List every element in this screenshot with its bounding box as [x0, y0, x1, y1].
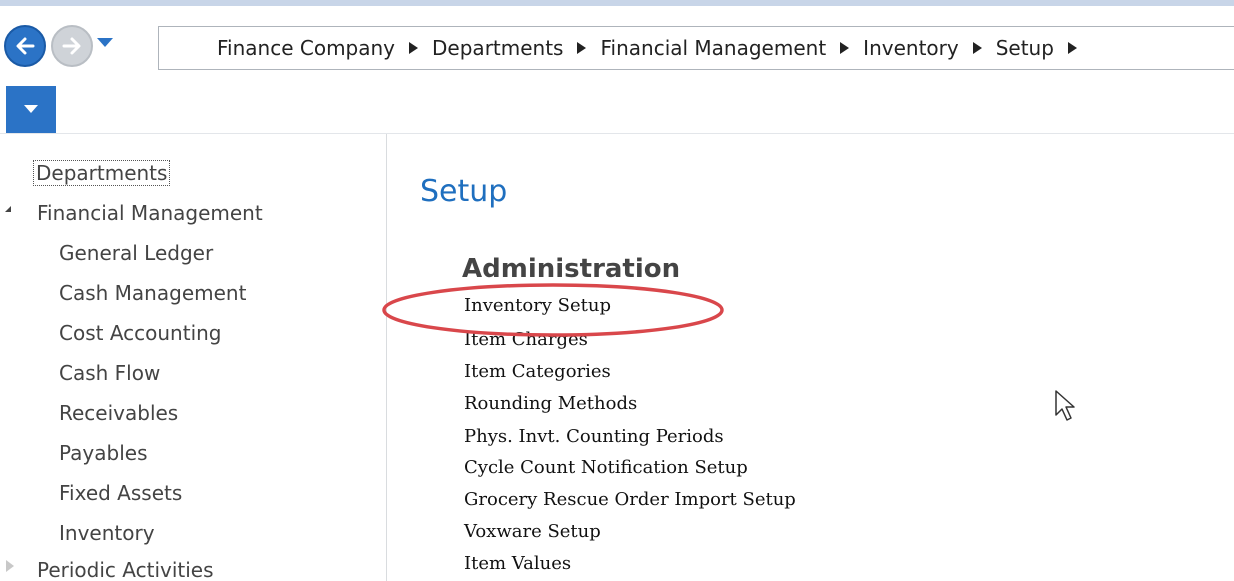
- sidebar-group-financial-management[interactable]: Financial Management: [37, 201, 263, 225]
- breadcrumb-departments[interactable]: Departments: [432, 36, 600, 60]
- breadcrumb-label: Finance Company: [217, 36, 396, 60]
- link-item-values[interactable]: Item Values: [464, 553, 571, 574]
- breadcrumb-arrow-icon[interactable]: [409, 42, 419, 54]
- breadcrumb-arrow-icon[interactable]: [577, 42, 587, 54]
- breadcrumb-label: Setup: [995, 36, 1054, 60]
- arrow-right-icon: [62, 37, 81, 55]
- breadcrumb-label: Financial Management: [600, 36, 827, 60]
- address-bar[interactable]: Finance Company Departments Financial Ma…: [158, 26, 1234, 70]
- breadcrumb-finance-company[interactable]: Finance Company: [217, 36, 432, 60]
- sidebar-item-payables[interactable]: Payables: [59, 441, 148, 465]
- content-area: Setup Administration Inventory Setup Ite…: [388, 134, 1234, 581]
- chevron-down-icon: [24, 105, 38, 113]
- sidebar-item-receivables[interactable]: Receivables: [59, 401, 178, 425]
- breadcrumb-setup[interactable]: Setup: [996, 36, 1091, 60]
- back-button[interactable]: [4, 25, 46, 67]
- link-voxware-setup[interactable]: Voxware Setup: [464, 521, 601, 542]
- breadcrumb-arrow-icon[interactable]: [1067, 42, 1077, 54]
- breadcrumb-inventory[interactable]: Inventory: [863, 36, 996, 60]
- sidebar-item-fixed-assets[interactable]: Fixed Assets: [59, 481, 182, 505]
- link-grocery-rescue-order-import-setup[interactable]: Grocery Rescue Order Import Setup: [464, 489, 796, 510]
- arrow-left-icon: [16, 37, 35, 55]
- forward-button[interactable]: [51, 25, 93, 67]
- sidebar-item-cash-management[interactable]: Cash Management: [59, 281, 246, 305]
- sidebar-group-periodic-activities[interactable]: Periodic Activities: [37, 558, 214, 581]
- sidebar-item-inventory[interactable]: Inventory: [59, 521, 155, 545]
- breadcrumb-arrow-icon[interactable]: [840, 42, 850, 54]
- sidebar-item-departments[interactable]: Departments: [33, 160, 171, 186]
- collapsed-arrow-icon[interactable]: [6, 560, 14, 572]
- breadcrumb-label: Departments: [432, 36, 564, 60]
- link-phys-invt-counting-periods[interactable]: Phys. Invt. Counting Periods: [464, 426, 724, 447]
- sidebar-item-cost-accounting[interactable]: Cost Accounting: [59, 321, 222, 345]
- link-item-charges[interactable]: Item Charges: [464, 329, 588, 350]
- link-inventory-setup[interactable]: Inventory Setup: [464, 295, 611, 316]
- navigation-menu-button[interactable]: [6, 86, 56, 133]
- sidebar-item-general-ledger[interactable]: General Ledger: [59, 241, 213, 265]
- mouse-pointer-icon: [1055, 390, 1075, 421]
- link-cycle-count-notification-setup[interactable]: Cycle Count Notification Setup: [464, 457, 748, 478]
- expanded-arrow-icon[interactable]: [5, 206, 11, 212]
- page-title: Setup: [420, 174, 508, 209]
- breadcrumb-label: Inventory: [863, 36, 959, 60]
- link-rounding-methods[interactable]: Rounding Methods: [464, 393, 637, 414]
- top-strip: [0, 0, 1234, 6]
- section-heading: Administration: [462, 254, 681, 284]
- history-dropdown-icon[interactable]: [97, 38, 113, 47]
- breadcrumb-arrow-icon[interactable]: [972, 42, 982, 54]
- breadcrumb-financial-management[interactable]: Financial Management: [600, 36, 863, 60]
- link-item-categories[interactable]: Item Categories: [464, 361, 611, 382]
- sidebar-item-cash-flow[interactable]: Cash Flow: [59, 361, 160, 385]
- navigation-pane: Departments Financial Management General…: [0, 134, 387, 581]
